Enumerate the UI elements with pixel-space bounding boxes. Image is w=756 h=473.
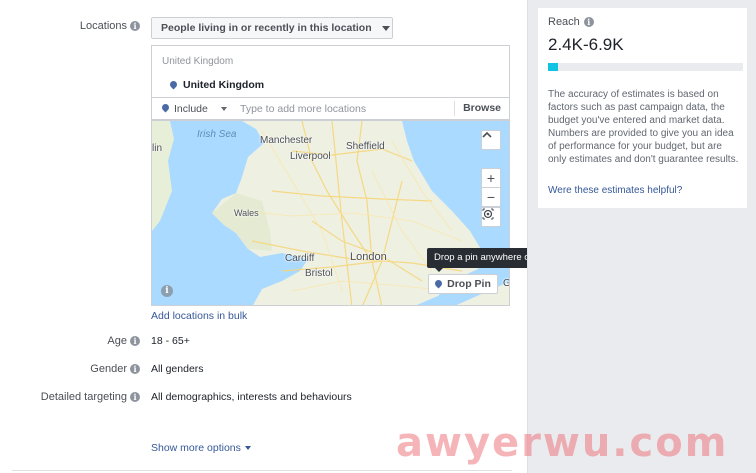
chevron-up-icon (482, 131, 492, 138)
selected-location[interactable]: United Kingdom (170, 79, 264, 91)
map-label-edge-lin: lin (152, 143, 163, 154)
selected-locations-box: United Kingdom United Kingdom (151, 45, 510, 97)
location-pin-icon (435, 280, 442, 289)
map-label-manchester: Manchester (260, 135, 313, 146)
reach-panel: Reach i 2.4K-6.9K The accuracy of estima… (527, 0, 756, 473)
detailed-targeting-value[interactable]: All demographics, interests and behaviou… (151, 391, 352, 403)
locations-label: Locations i (20, 20, 140, 32)
map-label-liverpool: Liverpool (290, 151, 331, 162)
map-label-bristol: Bristol (305, 268, 333, 279)
gender-label: Gender i (20, 363, 140, 375)
caret-down-icon (244, 446, 251, 450)
map-label-sheffield: Sheffield (346, 141, 385, 152)
map-label-edge-g: G (503, 278, 509, 289)
add-locations-bulk-link[interactable]: Add locations in bulk (151, 310, 247, 322)
locate-icon (482, 208, 494, 220)
estimates-feedback-link[interactable]: Were these estimates helpful? (548, 185, 682, 196)
detailed-targeting-label: Detailed targeting i (20, 391, 140, 403)
watermark: awyerwu.com (396, 420, 729, 466)
section-divider (12, 470, 512, 471)
reach-bar-fill (548, 63, 558, 71)
location-pin-icon (170, 81, 177, 90)
drop-pin-button[interactable]: Drop Pin (428, 274, 498, 294)
reach-title: Reach i (548, 16, 594, 28)
caret-down-icon (381, 25, 390, 31)
map-label-wales: Wales (234, 208, 259, 218)
info-icon[interactable]: i (130, 21, 140, 31)
gender-value[interactable]: All genders (151, 363, 204, 375)
show-more-options-link[interactable]: Show more options (151, 442, 251, 454)
map-label-irish-sea: Irish Sea (197, 129, 237, 140)
include-row: Include Browse (151, 97, 510, 120)
reach-description: The accuracy of estimates is based on fa… (548, 89, 739, 165)
info-icon[interactable]: i (583, 17, 594, 27)
location-pin-icon (162, 104, 169, 113)
location-search-input[interactable] (232, 98, 455, 119)
browse-button[interactable]: Browse (454, 101, 509, 116)
zoom-in-button[interactable]: + (481, 168, 501, 188)
reach-bar (548, 63, 743, 71)
location-type-dropdown[interactable]: People living in or recently in this loc… (151, 17, 393, 39)
reach-value: 2.4K-6.9K (548, 35, 624, 54)
zoom-out-button[interactable]: − (481, 187, 501, 207)
age-value[interactable]: 18 - 65+ (151, 335, 190, 347)
info-icon[interactable]: i (130, 392, 140, 402)
collapse-map-button[interactable] (481, 130, 501, 150)
caret-down-icon (220, 106, 227, 111)
map-info-icon[interactable]: i (161, 285, 173, 297)
reach-card: Reach i 2.4K-6.9K The accuracy of estima… (538, 8, 747, 208)
locate-me-button[interactable] (481, 207, 501, 227)
age-label: Age i (20, 335, 140, 347)
include-dropdown[interactable]: Include (152, 103, 232, 115)
map-label-cardiff: Cardiff (285, 253, 315, 264)
info-icon[interactable]: i (130, 364, 140, 374)
map-label-london: London (350, 251, 387, 263)
info-icon[interactable]: i (130, 336, 140, 346)
country-header: United Kingdom (162, 56, 234, 67)
location-map[interactable]: Irish Sea Manchester Liverpool Sheffield… (151, 120, 510, 306)
